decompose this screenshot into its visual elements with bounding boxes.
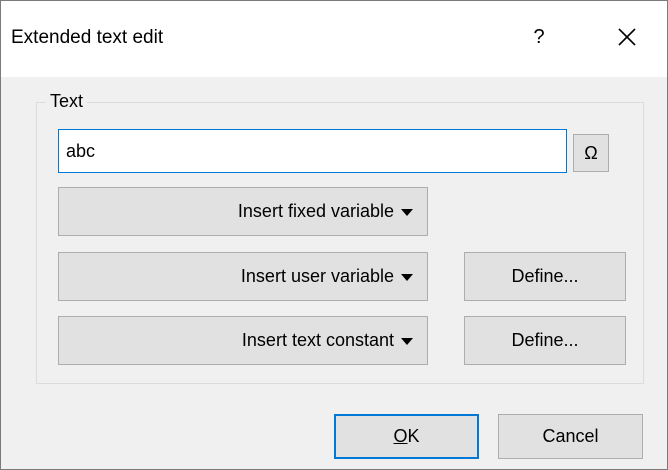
- text-input[interactable]: [58, 129, 567, 173]
- special-character-button[interactable]: Ω: [573, 134, 609, 172]
- ok-accelerator: O: [393, 426, 408, 446]
- ok-label-rest: K: [407, 426, 420, 446]
- omega-icon: Ω: [584, 142, 598, 163]
- help-icon: ?: [533, 25, 545, 48]
- insert-fixed-variable-label: Insert fixed variable: [237, 201, 394, 221]
- close-icon: [618, 28, 636, 46]
- define-text-constant-label: Define...: [511, 330, 579, 350]
- dropdown-arrow-icon: [401, 274, 413, 281]
- ok-button[interactable]: OK: [334, 414, 479, 459]
- text-group-label: Text: [46, 91, 88, 112]
- dropdown-arrow-icon: [401, 338, 413, 345]
- insert-text-constant-button[interactable]: Insert text constant: [58, 316, 428, 365]
- define-text-constant-button[interactable]: Define...: [464, 316, 626, 365]
- dropdown-arrow-icon: [401, 209, 413, 216]
- title-bar[interactable]: Extended text edit ?: [1, 1, 667, 77]
- insert-text-constant-label: Insert text constant: [241, 330, 394, 350]
- insert-user-variable-label: Insert user variable: [240, 266, 394, 286]
- extended-text-edit-dialog: Extended text edit ? Text Ω Insert fixed…: [0, 0, 668, 470]
- close-button[interactable]: [599, 13, 655, 61]
- cancel-button[interactable]: Cancel: [498, 414, 643, 459]
- help-button[interactable]: ?: [517, 13, 561, 61]
- cancel-label: Cancel: [542, 426, 599, 446]
- window-title: Extended text edit: [11, 27, 164, 48]
- insert-user-variable-button[interactable]: Insert user variable: [58, 252, 428, 301]
- insert-fixed-variable-button[interactable]: Insert fixed variable: [58, 187, 428, 236]
- define-user-variable-button[interactable]: Define...: [464, 252, 626, 301]
- define-user-variable-label: Define...: [511, 266, 579, 286]
